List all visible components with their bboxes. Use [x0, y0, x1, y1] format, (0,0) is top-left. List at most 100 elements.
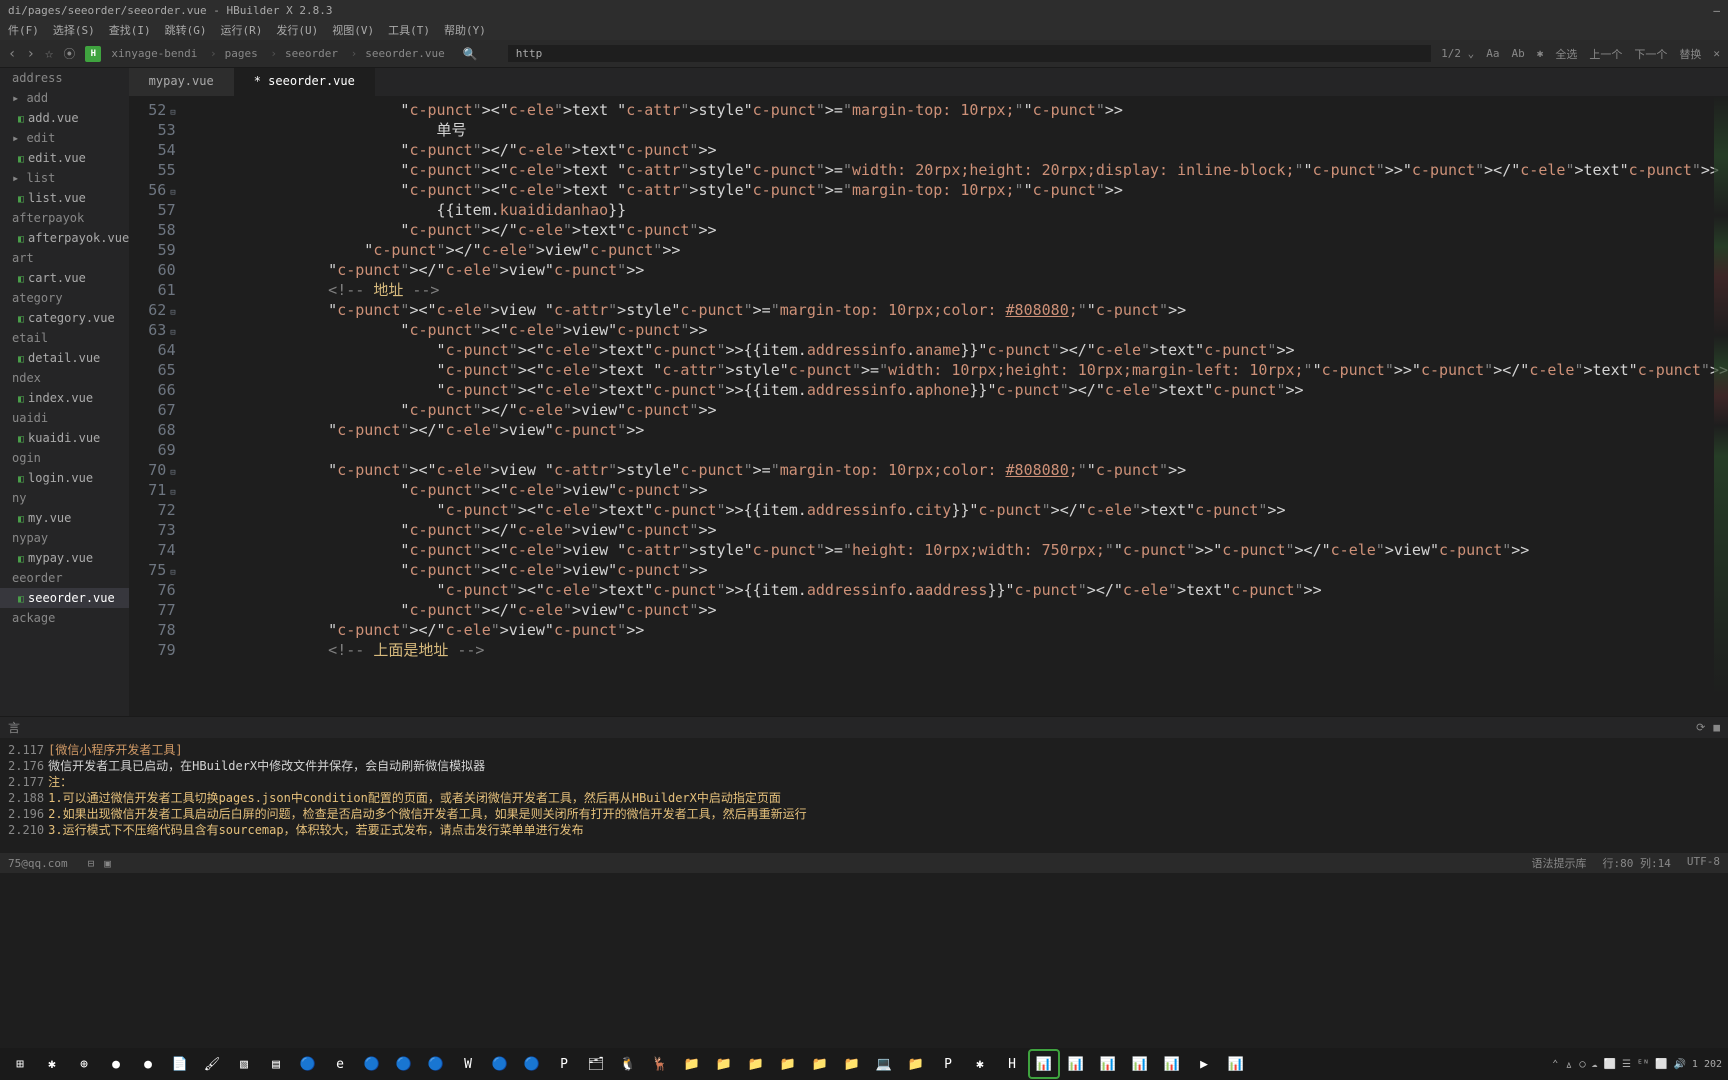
- crumb-folder[interactable]: seeorder: [285, 47, 357, 60]
- taskbar-app-36[interactable]: 📊: [1158, 1051, 1186, 1077]
- taskbar-app-34[interactable]: 📊: [1094, 1051, 1122, 1077]
- minimize-button[interactable]: —: [1713, 4, 1720, 17]
- status-terminal-icon[interactable]: ▣: [104, 857, 111, 870]
- tray-icon-0[interactable]: ⌃: [1552, 1059, 1558, 1070]
- taskbar-app-10[interactable]: e: [326, 1051, 354, 1077]
- tree-item--add[interactable]: ▸ add: [0, 88, 129, 108]
- tree-item-ogin[interactable]: ogin: [0, 448, 129, 468]
- code-line[interactable]: "c-punct"></"c-ele">text"c-punct">>: [184, 220, 1728, 240]
- tray-icon-9[interactable]: 1: [1692, 1059, 1698, 1070]
- code-line[interactable]: [184, 440, 1728, 460]
- tree-item-login-vue[interactable]: login.vue: [0, 468, 129, 488]
- menu-run[interactable]: 运行(R): [221, 22, 263, 38]
- tree-item-afterpayok[interactable]: afterpayok: [0, 208, 129, 228]
- tree-item-mypay-vue[interactable]: mypay.vue: [0, 548, 129, 568]
- tree-item-category-vue[interactable]: category.vue: [0, 308, 129, 328]
- tree-item--list[interactable]: ▸ list: [0, 168, 129, 188]
- tab-mypay[interactable]: mypay.vue: [129, 68, 234, 96]
- taskbar-app-18[interactable]: 🗂: [582, 1051, 610, 1077]
- taskbar-app-21[interactable]: 📁: [678, 1051, 706, 1077]
- code-line[interactable]: "c-punct"><"c-ele">view"c-punct">>: [184, 560, 1728, 580]
- tree-item-nypay[interactable]: nypay: [0, 528, 129, 548]
- crumb-file[interactable]: seeorder.vue: [365, 47, 444, 60]
- code-line[interactable]: "c-punct"><"c-ele">text"c-punct">>{{item…: [184, 340, 1728, 360]
- tree-item-ndex[interactable]: ndex: [0, 368, 129, 388]
- stop-icon[interactable]: ■: [1713, 721, 1720, 734]
- taskbar-app-26[interactable]: 📁: [838, 1051, 866, 1077]
- taskbar-app-5[interactable]: 📄: [166, 1051, 194, 1077]
- tree-item-etail[interactable]: etail: [0, 328, 129, 348]
- taskbar-app-16[interactable]: 🔵: [518, 1051, 546, 1077]
- tray-icon-10[interactable]: 202: [1704, 1059, 1722, 1070]
- tray-icon-1[interactable]: ㅿ: [1564, 1057, 1573, 1072]
- taskbar-app-24[interactable]: 📁: [774, 1051, 802, 1077]
- code-line[interactable]: "c-punct"><"c-ele">text "c-attr">style"c…: [184, 360, 1728, 380]
- menu-find[interactable]: 查找(I): [109, 22, 151, 38]
- tree-item-afterpayok-vue[interactable]: afterpayok.vue: [0, 228, 129, 248]
- code-line[interactable]: "c-punct"><"c-ele">view "c-attr">style"c…: [184, 300, 1728, 320]
- tree-item-art[interactable]: art: [0, 248, 129, 268]
- tree-item-ategory[interactable]: ategory: [0, 288, 129, 308]
- taskbar-app-4[interactable]: ●: [134, 1051, 162, 1077]
- tray-icon-5[interactable]: ☰: [1622, 1059, 1631, 1070]
- tree-item-list-vue[interactable]: list.vue: [0, 188, 129, 208]
- taskbar-app-30[interactable]: ✱: [966, 1051, 994, 1077]
- code-line[interactable]: "c-punct"><"c-ele">text "c-attr">style"c…: [184, 100, 1728, 120]
- code-line[interactable]: 单号: [184, 120, 1728, 140]
- menu-tools[interactable]: 工具(T): [388, 22, 430, 38]
- taskbar-app-23[interactable]: 📁: [742, 1051, 770, 1077]
- status-syntax[interactable]: 语法提示库: [1532, 855, 1587, 871]
- restart-icon[interactable]: ⟳: [1696, 721, 1705, 734]
- taskbar-app-2[interactable]: ⊕: [70, 1051, 98, 1077]
- code-line[interactable]: "c-punct"></"c-ele">view"c-punct">>: [184, 420, 1728, 440]
- tree-item-eeorder[interactable]: eeorder: [0, 568, 129, 588]
- code-line[interactable]: "c-punct"><"c-ele">text"c-punct">>{{item…: [184, 380, 1728, 400]
- tree-item-ny[interactable]: ny: [0, 488, 129, 508]
- inter-left-icon[interactable]: 言: [8, 719, 20, 736]
- play-icon[interactable]: ⦿: [63, 45, 75, 62]
- code-line[interactable]: "c-punct"><"c-ele">view "c-attr">style"c…: [184, 540, 1728, 560]
- taskbar-app-27[interactable]: 💻: [870, 1051, 898, 1077]
- taskbar-app-35[interactable]: 📊: [1126, 1051, 1154, 1077]
- prev-match-button[interactable]: 上一个: [1589, 46, 1622, 62]
- status-encoding[interactable]: UTF-8: [1687, 855, 1720, 871]
- code-line[interactable]: "c-punct"><"c-ele">text "c-attr">style"c…: [184, 180, 1728, 200]
- code-line[interactable]: "c-punct"></"c-ele">view"c-punct">>: [184, 620, 1728, 640]
- taskbar-app-8[interactable]: ▤: [262, 1051, 290, 1077]
- status-indent-icon[interactable]: ⊟: [88, 857, 95, 870]
- tray-icon-7[interactable]: ⬜: [1655, 1059, 1667, 1070]
- status-position[interactable]: 行:80 列:14: [1603, 855, 1671, 871]
- tree-item-edit-vue[interactable]: edit.vue: [0, 148, 129, 168]
- taskbar-app-12[interactable]: 🔵: [390, 1051, 418, 1077]
- menu-publish[interactable]: 发行(U): [276, 22, 318, 38]
- tab-seeorder[interactable]: * seeorder.vue: [234, 68, 375, 96]
- taskbar-app-6[interactable]: 🖌: [198, 1051, 226, 1077]
- replace-button[interactable]: 替换: [1679, 46, 1701, 62]
- nav-forward-icon[interactable]: ›: [26, 46, 34, 62]
- next-match-button[interactable]: 下一个: [1634, 46, 1667, 62]
- taskbar-app-14[interactable]: W: [454, 1051, 482, 1077]
- code-line[interactable]: <!-- 地址 -->: [184, 280, 1728, 300]
- code-line[interactable]: {{item.kuaididanhao}}: [184, 200, 1728, 220]
- taskbar-app-25[interactable]: 📁: [806, 1051, 834, 1077]
- nav-back-icon[interactable]: ‹: [8, 46, 16, 62]
- taskbar-app-13[interactable]: 🔵: [422, 1051, 450, 1077]
- code-body[interactable]: "c-punct"><"c-ele">text "c-attr">style"c…: [184, 96, 1728, 716]
- code-line[interactable]: "c-punct"></"c-ele">view"c-punct">>: [184, 600, 1728, 620]
- taskbar-app-38[interactable]: 📊: [1222, 1051, 1250, 1077]
- code-line[interactable]: <!-- 上面是地址 -->: [184, 640, 1728, 660]
- tree-item-cart-vue[interactable]: cart.vue: [0, 268, 129, 288]
- tree-item-detail-vue[interactable]: detail.vue: [0, 348, 129, 368]
- code-line[interactable]: "c-punct"></"c-ele">view"c-punct">>: [184, 400, 1728, 420]
- hbuilder-icon[interactable]: H: [85, 46, 101, 62]
- select-all-button[interactable]: 全选: [1555, 46, 1577, 62]
- search-input[interactable]: [508, 45, 1431, 62]
- taskbar-app-29[interactable]: P: [934, 1051, 962, 1077]
- taskbar-app-7[interactable]: ▧: [230, 1051, 258, 1077]
- taskbar-app-37[interactable]: ▶: [1190, 1051, 1218, 1077]
- code-line[interactable]: "c-punct"></"c-ele">text"c-punct">>: [184, 140, 1728, 160]
- code-line[interactable]: "c-punct"></"c-ele">view"c-punct">>: [184, 240, 1728, 260]
- menu-select[interactable]: 选择(S): [53, 22, 95, 38]
- taskbar-app-0[interactable]: ⊞: [6, 1051, 34, 1077]
- tree-item-ackage[interactable]: ackage: [0, 608, 129, 628]
